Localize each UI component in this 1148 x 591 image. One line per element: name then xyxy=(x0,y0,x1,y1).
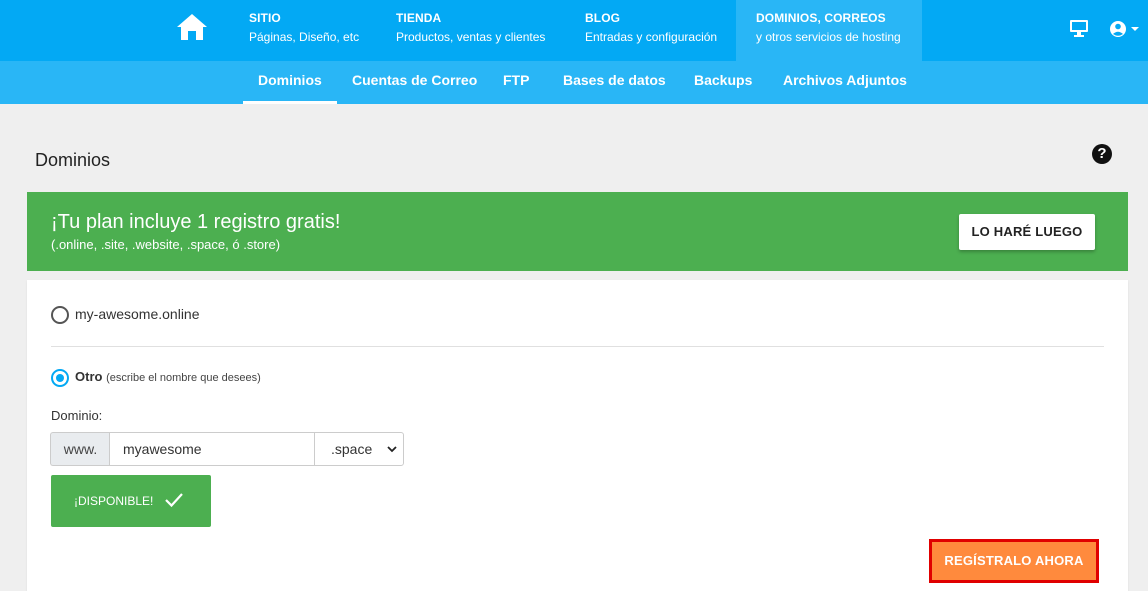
nav-item-subtitle: y otros servicios de hosting xyxy=(756,30,901,44)
banner-subtext: (.online, .site, .website, .space, ó .st… xyxy=(51,237,281,252)
nav-item-tienda[interactable]: TIENDA Productos, ventas y clientes xyxy=(396,0,545,61)
domain-input[interactable]: myawesome xyxy=(109,432,315,466)
option2-label[interactable]: Otro (escribe el nombre que desees) xyxy=(75,369,261,384)
nav-item-blog[interactable]: BLOG Entradas y configuración xyxy=(585,0,717,61)
available-label: ¡DISPONIBLE! xyxy=(74,494,154,508)
monitor-icon[interactable] xyxy=(1070,20,1088,37)
free-registration-banner: ¡Tu plan incluye 1 registro gratis! (.on… xyxy=(27,192,1128,271)
nav-item-sitio[interactable]: SITIO Páginas, Diseño, etc xyxy=(249,0,359,61)
tab-bases-de-datos[interactable]: Bases de datos xyxy=(563,61,666,104)
option2-radio[interactable] xyxy=(51,369,69,387)
top-navbar: SITIO Páginas, Diseño, etc TIENDA Produc… xyxy=(0,0,1148,61)
user-icon[interactable] xyxy=(1109,19,1141,39)
chevron-down-icon xyxy=(387,446,397,453)
nav-item-title: TIENDA xyxy=(396,11,442,25)
tab-archivos-adjuntos[interactable]: Archivos Adjuntos xyxy=(783,61,907,104)
nav-item-dominios[interactable]: DOMINIOS, CORREOS y otros servicios de h… xyxy=(736,0,922,61)
option2-title: Otro xyxy=(75,369,103,384)
nav-item-subtitle: Productos, ventas y clientes xyxy=(396,30,546,44)
available-button[interactable]: ¡DISPONIBLE! xyxy=(51,475,211,527)
nav-item-subtitle: Páginas, Diseño, etc xyxy=(249,30,360,44)
www-prefix: www. xyxy=(50,432,110,466)
option1-radio[interactable] xyxy=(51,306,69,324)
page-title: Dominios xyxy=(35,150,111,170)
tab-backups[interactable]: Backups xyxy=(694,61,752,104)
banner-headline: ¡Tu plan incluye 1 registro gratis! xyxy=(51,211,341,233)
help-icon[interactable]: ? xyxy=(1092,144,1112,164)
later-button[interactable]: LO HARÉ LUEGO xyxy=(959,214,1095,250)
sub-navbar: Dominios Cuentas de Correo FTP Bases de … xyxy=(0,61,1148,104)
nav-item-title: BLOG xyxy=(585,11,621,25)
tab-cuentas-de-correo[interactable]: Cuentas de Correo xyxy=(352,61,477,104)
register-button[interactable]: REGÍSTRALO AHORA xyxy=(929,539,1099,583)
option1-label[interactable]: my-awesome.online xyxy=(75,306,200,322)
tld-select[interactable]: .space xyxy=(314,432,404,466)
tld-selected-value: .space xyxy=(331,441,373,457)
nav-item-subtitle: Entradas y configuración xyxy=(585,30,718,44)
domain-label: Dominio: xyxy=(51,408,103,423)
domain-card: my-awesome.online Otro (escribe el nombr… xyxy=(27,280,1128,591)
nav-item-title: DOMINIOS, CORREOS xyxy=(756,11,886,25)
home-icon[interactable] xyxy=(176,12,208,42)
option2-hint: (escribe el nombre que desees) xyxy=(106,372,261,384)
divider xyxy=(51,346,1104,347)
tab-dominios[interactable]: Dominios xyxy=(243,61,337,104)
tab-ftp[interactable]: FTP xyxy=(503,61,529,104)
nav-item-title: SITIO xyxy=(249,11,281,25)
check-icon xyxy=(165,493,183,508)
